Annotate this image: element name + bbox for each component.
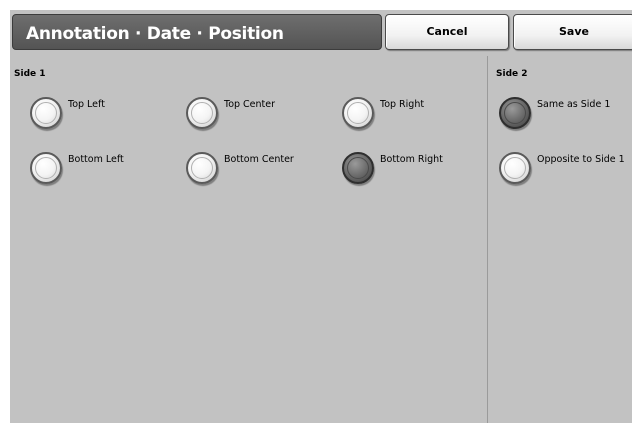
radio-button-icon [342,97,374,129]
side-1-panel: Side 1 Top Left Top Center Top Right Bot… [10,56,486,423]
radio-top-right[interactable]: Top Right [342,97,482,137]
radio-top-left[interactable]: Top Left [30,97,180,137]
side-2-panel: Side 2 Same as Side 1 Opposite to Side 1 [487,56,632,423]
radio-top-center[interactable]: Top Center [186,97,336,137]
radio-bottom-left[interactable]: Bottom Left [30,152,180,192]
side-1-label: Side 1 [14,69,46,79]
radio-button-icon [186,152,218,184]
radio-label-top-right: Top Right [380,99,425,110]
cancel-button[interactable]: Cancel [385,14,509,50]
radio-button-icon [499,97,531,129]
radio-button-icon [499,152,531,184]
screen: Annotation · Date · Position Cancel Save… [10,10,632,423]
radio-bottom-center[interactable]: Bottom Center [186,152,336,192]
cancel-button-label: Cancel [426,25,468,38]
radio-button-icon [342,152,374,184]
save-button[interactable]: Save [513,14,632,50]
radio-button-icon [186,97,218,129]
radio-label-bottom-left: Bottom Left [68,154,124,165]
radio-same-as-side-1[interactable]: Same as Side 1 [499,97,632,137]
radio-bottom-right[interactable]: Bottom Right [342,152,482,192]
radio-opposite-to-side-1[interactable]: Opposite to Side 1 [499,152,632,192]
radio-button-icon [30,152,62,184]
radio-label-top-center: Top Center [224,99,276,110]
radio-label-same-as-side-1: Same as Side 1 [537,99,611,110]
radio-label-opposite-to-side-1: Opposite to Side 1 [537,154,625,165]
side-2-label: Side 2 [496,69,528,79]
radio-button-icon [30,97,62,129]
radio-label-bottom-right: Bottom Right [380,154,443,165]
header: Annotation · Date · Position Cancel Save [10,10,632,54]
title-bar: Annotation · Date · Position [12,14,382,50]
radio-label-top-left: Top Left [68,99,105,110]
save-button-label: Save [559,25,589,38]
page-title: Annotation · Date · Position [26,24,284,44]
radio-label-bottom-center: Bottom Center [224,154,294,165]
